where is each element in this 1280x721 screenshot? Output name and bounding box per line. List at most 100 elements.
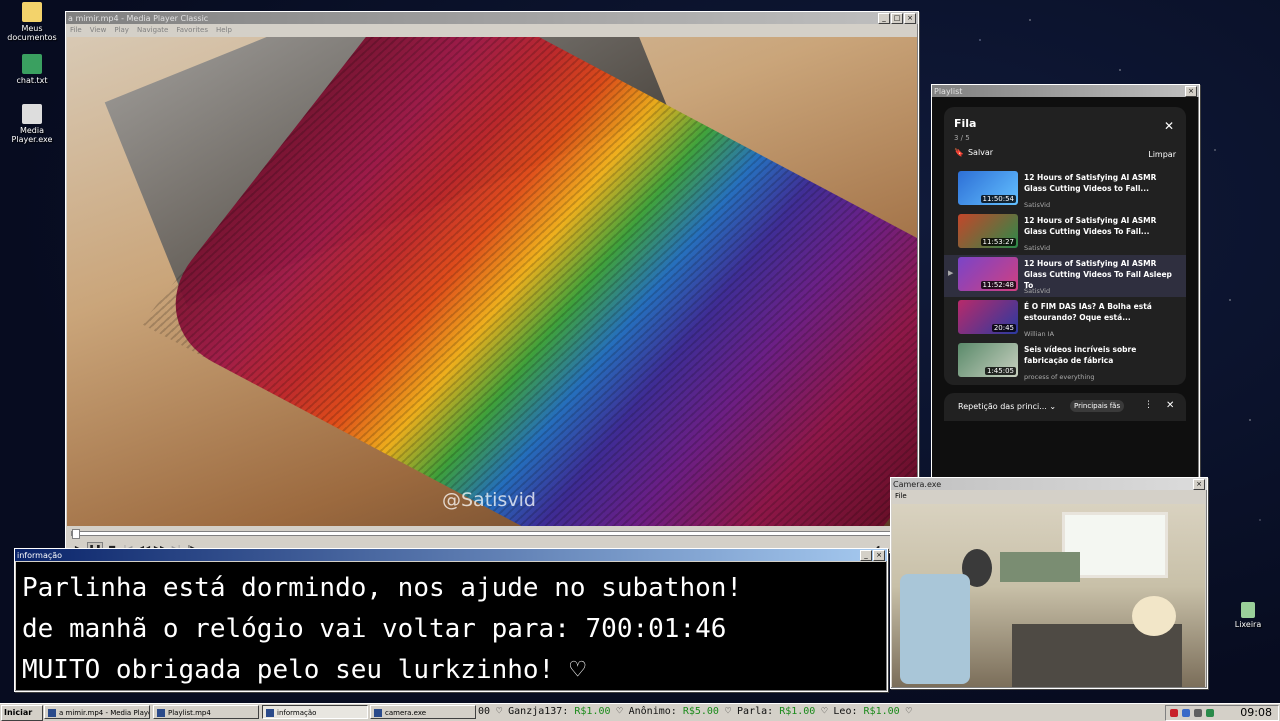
system-tray: 09:08 — [1165, 705, 1279, 721]
save-label: Salvar — [967, 148, 994, 157]
app-tray-icon[interactable] — [1206, 709, 1214, 717]
bookmark-icon: 🔖 — [954, 148, 964, 157]
queue-item[interactable]: 1:45:05 Seis vídeos incríveis sobre fabr… — [944, 341, 1186, 383]
info-titlebar[interactable]: informação _ × — [15, 549, 887, 561]
record-icon[interactable] — [1170, 709, 1178, 717]
heart-icon: ♡ — [821, 706, 828, 717]
desktop-icon-media-player[interactable]: Media Player.exe — [0, 104, 64, 144]
seek-bar[interactable] — [67, 527, 917, 539]
desktop-icon-label: Meus documentos — [7, 24, 57, 42]
video-title: 12 Hours of Satisfying AI ASMR Glass Cut… — [1024, 216, 1157, 236]
channel-name: SatisVid — [1024, 244, 1051, 252]
video-watermark: @Satisvid — [442, 489, 536, 511]
close-icon[interactable]: ✕ — [1166, 400, 1174, 411]
close-button[interactable]: × — [904, 12, 916, 24]
ticker-name: Ganzja137: — [508, 706, 569, 717]
video-title: 12 Hours of Satisfying AI ASMR Glass Cut… — [1024, 173, 1157, 193]
taskbar: Iniciar a mimir.mp4 - Media Playe... Pla… — [0, 703, 1280, 721]
queue-count: 3 / 5 — [954, 134, 970, 142]
heart-icon: ♡ — [616, 706, 623, 717]
minimize-button[interactable]: _ — [878, 12, 890, 24]
maximize-button[interactable]: □ — [891, 12, 903, 24]
playlist-icon — [157, 709, 165, 717]
desktop-icon-chat[interactable]: chat.txt — [0, 54, 64, 85]
video-title: É O FIM DAS IAs? A Bolha está estourando… — [1024, 302, 1152, 322]
queue-item-current[interactable]: ▶ 11:52:48 12 Hours of Satisfying AI ASM… — [944, 255, 1186, 297]
menu-help[interactable]: Help — [216, 26, 232, 34]
queue-item[interactable]: 11:50:54 12 Hours of Satisfying AI ASMR … — [944, 169, 1186, 211]
more-options-icon[interactable]: ⋮ — [1144, 400, 1153, 410]
media-player-icon — [48, 709, 56, 717]
seek-track[interactable] — [71, 531, 913, 536]
plant-shelf — [1000, 552, 1080, 582]
start-button[interactable]: Iniciar — [1, 705, 43, 721]
menu-file[interactable]: File — [70, 26, 82, 34]
camera-feed — [892, 504, 1205, 687]
close-icon[interactable]: ✕ — [1164, 119, 1174, 133]
duration-badge: 11:50:54 — [980, 195, 1016, 203]
channel-name: SatisVid — [1024, 287, 1051, 295]
channel-name: SatisVid — [1024, 201, 1051, 209]
info-line: MUITO obrigada pelo seu lurkzinho! ♡ — [22, 655, 586, 685]
menu-play[interactable]: Play — [114, 26, 129, 34]
folder-icon — [22, 2, 42, 22]
queue-item[interactable]: 11:53:27 12 Hours of Satisfying AI ASMR … — [944, 212, 1186, 254]
ticker-name: Leo: — [833, 706, 858, 717]
info-window[interactable]: informação _ × Parlinha está dormindo, n… — [14, 548, 888, 692]
desktop-icon-label: Media Player.exe — [11, 126, 53, 144]
camera-titlebar[interactable]: Camera.exe × — [891, 478, 1207, 490]
video-thumbnail: 20:45 — [958, 300, 1018, 334]
ticker-name: Parla: — [737, 706, 774, 717]
desktop-icon-recycle-bin[interactable]: Lixeira — [1216, 602, 1280, 629]
save-button[interactable]: 🔖 Salvar — [954, 148, 993, 157]
task-label: camera.exe — [385, 709, 427, 717]
ticker-name: Anônimo: — [628, 706, 677, 717]
network-icon[interactable] — [1182, 709, 1190, 717]
seek-thumb[interactable] — [72, 529, 80, 539]
close-button[interactable]: × — [1185, 85, 1197, 97]
task-label: informação — [277, 709, 317, 717]
clapperboard-icon — [22, 104, 42, 124]
minimize-button[interactable]: _ — [860, 549, 872, 561]
desktop-icon-label: chat.txt — [16, 76, 48, 85]
text-file-icon — [22, 54, 42, 74]
window-title: informação — [17, 550, 63, 560]
heart-icon: ♡ — [905, 706, 912, 717]
queue-panel: Fila 3 / 5 ✕ 🔖 Salvar Limpar 11:50:54 12… — [944, 107, 1186, 499]
menu-navigate[interactable]: Navigate — [137, 26, 168, 34]
volume-icon[interactable] — [1194, 709, 1202, 717]
chevron-down-icon: ⌄ — [1049, 402, 1057, 411]
taskbar-task-camera[interactable]: camera.exe — [370, 705, 476, 719]
ticker-amount: R$5.00 — [682, 706, 719, 717]
desktop-icon-documents[interactable]: Meus documentos — [0, 2, 64, 42]
camera-window[interactable]: Camera.exe × File — [890, 477, 1208, 689]
duration-badge: 1:45:05 — [985, 367, 1016, 375]
menu-file[interactable]: File — [895, 492, 907, 500]
info-line: de manhã o relógio vai voltar para: 700:… — [22, 614, 727, 644]
ticker-amount: R$1.00 — [574, 706, 611, 717]
taskbar-task-playlist[interactable]: Playlist.mp4 — [153, 705, 259, 719]
taskbar-task-media-player[interactable]: a mimir.mp4 - Media Playe... — [44, 705, 150, 719]
queue-heading: Fila — [954, 117, 977, 130]
repeat-dropdown[interactable]: Repetição das princi... ⌄ — [958, 402, 1056, 411]
task-label: a mimir.mp4 - Media Playe... — [59, 709, 150, 717]
top-fans-chip[interactable]: Principais fãs — [1070, 400, 1125, 412]
clock[interactable]: 09:08 — [1240, 706, 1272, 720]
video-frame[interactable]: @Satisvid — [67, 37, 917, 526]
armchair — [900, 574, 970, 684]
queue-item[interactable]: 20:45 É O FIM DAS IAs? A Bolha está esto… — [944, 298, 1186, 340]
media-player-titlebar[interactable]: a mimir.mp4 - Media Player Classic _ □ × — [66, 12, 918, 24]
repeat-label: Repetição das princi... — [958, 402, 1047, 411]
playlist-window[interactable]: Playlist × Fila 3 / 5 ✕ 🔖 Salvar Limpar … — [931, 84, 1200, 499]
menu-view[interactable]: View — [90, 26, 107, 34]
clear-button[interactable]: Limpar — [1148, 150, 1176, 159]
menu-bar: File View Play Navigate Favorites Help — [66, 24, 918, 35]
playlist-titlebar[interactable]: Playlist × — [932, 85, 1199, 97]
menu-favorites[interactable]: Favorites — [176, 26, 208, 34]
heart-icon: ♡ — [724, 706, 731, 717]
close-button[interactable]: × — [873, 549, 885, 561]
close-button[interactable]: × — [1193, 478, 1205, 490]
queue-card: Fila 3 / 5 ✕ 🔖 Salvar Limpar 11:50:54 12… — [944, 107, 1186, 385]
media-player-window[interactable]: a mimir.mp4 - Media Player Classic _ □ ×… — [65, 11, 919, 556]
taskbar-task-info[interactable]: informação — [262, 705, 368, 719]
